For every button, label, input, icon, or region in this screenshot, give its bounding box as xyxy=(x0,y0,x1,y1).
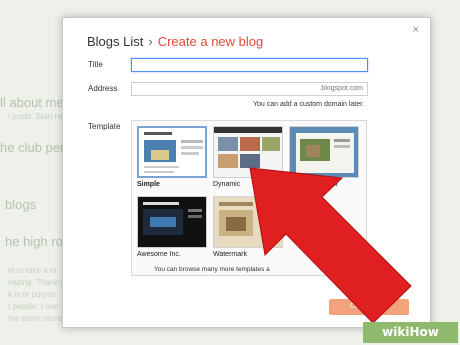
wikihow-watermark: wikiHow xyxy=(363,322,458,343)
red-arrow-icon xyxy=(249,167,412,324)
screen: ll about me i posts. Start nex he club p… xyxy=(0,0,460,345)
